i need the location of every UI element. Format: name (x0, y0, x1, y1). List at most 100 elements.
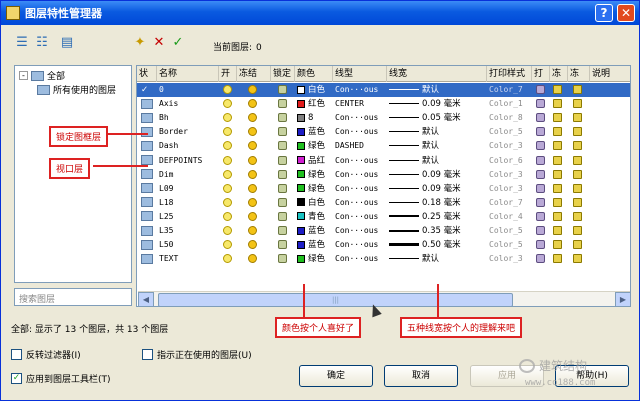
plot-style[interactable]: Color_6 (489, 154, 532, 168)
layer-lineweight[interactable]: 0.50 毫米 (389, 238, 487, 252)
col-vp-freeze[interactable]: 冻 (550, 66, 568, 82)
sun-icon[interactable] (248, 252, 260, 266)
new-vp-freeze-icon[interactable] (573, 252, 585, 266)
new-vp-freeze-icon[interactable] (573, 224, 585, 238)
plot-style[interactable]: Color_5 (489, 238, 532, 252)
sun-icon[interactable] (248, 168, 260, 182)
layer-color[interactable]: 红色 (297, 97, 333, 111)
vp-freeze-icon[interactable] (553, 97, 565, 111)
layer-lineweight[interactable]: 0.25 毫米 (389, 210, 487, 224)
new-group-filter-icon[interactable]: ☷ (34, 35, 50, 51)
lightbulb-icon[interactable] (223, 224, 235, 238)
layer-lineweight[interactable]: 默认 (389, 83, 487, 97)
col-on[interactable]: 开 (219, 66, 237, 82)
lightbulb-icon[interactable] (223, 125, 235, 139)
printer-icon[interactable] (536, 196, 548, 210)
layer-linetype[interactable]: DASHED (335, 139, 387, 153)
layer-color[interactable]: 蓝色 (297, 125, 333, 139)
new-vp-freeze-icon[interactable] (573, 125, 585, 139)
scrollbar-thumb[interactable]: ||| (158, 293, 513, 306)
vp-freeze-icon[interactable] (553, 182, 565, 196)
lock-icon[interactable] (278, 252, 290, 266)
table-row[interactable]: ✓ 0 白色 Con···ous 默认 Color_7 (137, 83, 630, 98)
layer-color[interactable]: 白色 (297, 196, 333, 210)
checkbox-box[interactable] (11, 349, 22, 360)
lightbulb-icon[interactable] (223, 168, 235, 182)
col-color[interactable]: 颜色 (295, 66, 333, 82)
invert-filter-checkbox[interactable]: 反转过滤器(I) (11, 348, 81, 361)
new-vp-freeze-icon[interactable] (573, 111, 585, 125)
lock-icon[interactable] (278, 182, 290, 196)
printer-icon[interactable] (536, 125, 548, 139)
new-property-filter-icon[interactable]: ☰ (14, 35, 30, 51)
new-vp-freeze-icon[interactable] (573, 238, 585, 252)
layer-linetype[interactable]: Con···ous (335, 252, 387, 266)
lightbulb-icon[interactable] (223, 111, 235, 125)
col-freeze[interactable]: 冻结 (237, 66, 271, 82)
layer-linetype[interactable]: Con···ous (335, 210, 387, 224)
printer-icon[interactable] (536, 210, 548, 224)
lock-icon[interactable] (278, 238, 290, 252)
layer-name[interactable]: 0 (159, 83, 219, 97)
lightbulb-icon[interactable] (223, 196, 235, 210)
vp-freeze-icon[interactable] (553, 210, 565, 224)
new-vp-freeze-icon[interactable] (573, 182, 585, 196)
layer-name[interactable]: Border (159, 125, 219, 139)
printer-icon[interactable] (536, 224, 548, 238)
printer-icon[interactable] (536, 238, 548, 252)
layer-color[interactable]: 绿色 (297, 182, 333, 196)
printer-icon[interactable] (536, 111, 548, 125)
sun-icon[interactable] (248, 182, 260, 196)
sun-icon[interactable] (248, 196, 260, 210)
cancel-button[interactable]: 取消 (384, 365, 458, 387)
layer-lineweight[interactable]: 0.09 毫米 (389, 97, 487, 111)
table-row[interactable]: Border 蓝色 Con···ous 默认 Color_5 (137, 125, 630, 139)
table-row[interactable]: L18 白色 Con···ous 0.18 毫米 Color_7 (137, 196, 630, 210)
layer-lineweight[interactable]: 默认 (389, 125, 487, 139)
col-lineweight[interactable]: 线宽 (387, 66, 487, 82)
lightbulb-icon[interactable] (223, 238, 235, 252)
layer-name[interactable]: Axis (159, 97, 219, 111)
plot-style[interactable]: Color_3 (489, 139, 532, 153)
layer-name[interactable]: L35 (159, 224, 219, 238)
vp-freeze-icon[interactable] (553, 168, 565, 182)
table-row[interactable]: L09 绿色 Con···ous 0.09 毫米 Color_3 (137, 182, 630, 196)
printer-icon[interactable] (536, 139, 548, 153)
printer-icon[interactable] (536, 154, 548, 168)
new-vp-freeze-icon[interactable] (573, 139, 585, 153)
lightbulb-icon[interactable] (223, 210, 235, 224)
plot-style[interactable]: Color_3 (489, 252, 532, 266)
printer-icon[interactable] (536, 83, 548, 97)
layer-lineweight[interactable]: 0.09 毫米 (389, 168, 487, 182)
lock-icon[interactable] (278, 97, 290, 111)
layer-color[interactable]: 青色 (297, 210, 333, 224)
plot-style[interactable]: Color_3 (489, 182, 532, 196)
apply-toolbar-checkbox[interactable]: ✓ 应用到图层工具栏(T) (11, 372, 111, 385)
lightbulb-icon[interactable] (223, 139, 235, 153)
new-vp-freeze-icon[interactable] (573, 154, 585, 168)
layer-color[interactable]: 绿色 (297, 252, 333, 266)
indicate-used-checkbox[interactable]: 指示正在使用的图层(U) (142, 348, 252, 361)
lightbulb-icon[interactable] (223, 154, 235, 168)
layer-linetype[interactable]: Con···ous (335, 83, 387, 97)
plot-style[interactable]: Color_8 (489, 111, 532, 125)
col-plot[interactable]: 打 (532, 66, 550, 82)
table-row[interactable]: Axis 红色 CENTER 0.09 毫米 Color_1 (137, 97, 630, 111)
printer-icon[interactable] (536, 252, 548, 266)
printer-icon[interactable] (536, 182, 548, 196)
layer-linetype[interactable]: Con···ous (335, 111, 387, 125)
layer-linetype[interactable]: Con···ous (335, 125, 387, 139)
layer-linetype[interactable]: Con···ous (335, 238, 387, 252)
layer-lineweight[interactable]: 0.05 毫米 (389, 111, 487, 125)
layer-linetype[interactable]: Con···ous (335, 154, 387, 168)
col-linetype[interactable]: 线型 (333, 66, 387, 82)
layer-lineweight[interactable]: 默认 (389, 154, 487, 168)
layer-color[interactable]: 绿色 (297, 139, 333, 153)
new-vp-freeze-icon[interactable] (573, 97, 585, 111)
layer-name[interactable]: Dash (159, 139, 219, 153)
vp-freeze-icon[interactable] (553, 111, 565, 125)
plot-style[interactable]: Color_7 (489, 196, 532, 210)
layer-linetype[interactable]: CENTER (335, 97, 387, 111)
layer-name[interactable]: L09 (159, 182, 219, 196)
horizontal-scrollbar[interactable]: ◀ ||| ▶ (138, 291, 630, 306)
